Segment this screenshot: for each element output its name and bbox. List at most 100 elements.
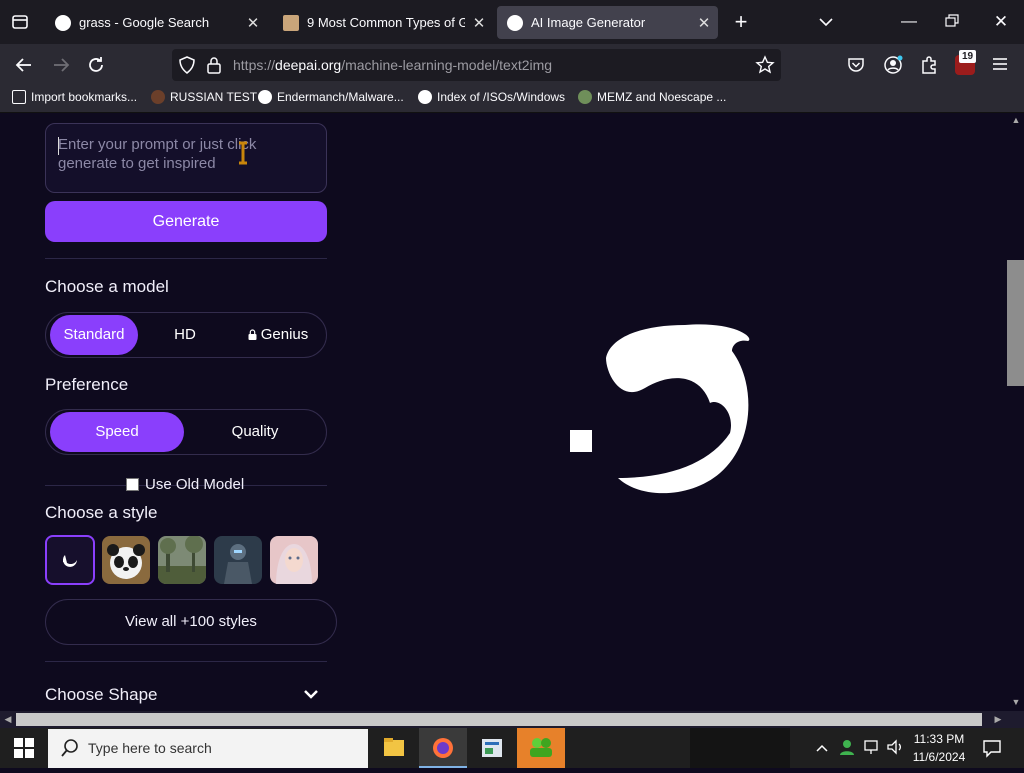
volume-icon[interactable] (886, 738, 904, 756)
user-status-icon[interactable] (838, 738, 856, 756)
preference-speed[interactable]: Speed (50, 412, 184, 452)
page-favicon-icon (283, 14, 299, 31)
restore-icon[interactable] (944, 14, 960, 28)
use-old-model-checkbox[interactable]: Use Old Model (126, 476, 244, 493)
checkbox-label: Use Old Model (145, 476, 245, 493)
bookmark-memz[interactable]: MEMZ and Noescape ... (578, 90, 726, 104)
minimize-icon[interactable]: — (896, 10, 922, 34)
bookmark-label: MEMZ and Noescape ... (597, 90, 727, 104)
reload-icon[interactable] (83, 52, 109, 78)
bookmark-star-icon[interactable] (755, 55, 775, 75)
tab-ai-image-generator[interactable]: AI Image Generator ✕ (497, 6, 718, 39)
panda-thumbnail-icon (102, 536, 150, 584)
network-icon[interactable] (862, 738, 880, 756)
view-all-styles-button[interactable]: View all +100 styles (45, 599, 337, 645)
firefox-icon[interactable] (419, 728, 467, 768)
close-tab-icon[interactable]: ✕ (690, 14, 718, 32)
prompt-placeholder: Enter your prompt or just click generate… (58, 136, 257, 172)
shape-heading[interactable]: Choose Shape (45, 685, 157, 705)
back-icon[interactable] (11, 52, 37, 78)
style-default[interactable] (45, 535, 95, 585)
divider (45, 258, 327, 259)
extensions-puzzle-icon[interactable] (918, 54, 940, 76)
vertical-scrollbar-thumb[interactable] (1007, 260, 1024, 386)
text-cursor-icon (236, 141, 250, 165)
search-icon (60, 738, 80, 758)
style-panda[interactable] (102, 536, 150, 584)
generate-button[interactable]: Generate (45, 201, 327, 242)
show-hidden-icons-icon[interactable] (814, 740, 830, 756)
checkbox[interactable] (126, 478, 139, 491)
forward-icon[interactable] (48, 52, 74, 78)
close-window-icon[interactable]: ✕ (988, 10, 1014, 34)
google-icon (258, 90, 272, 104)
model-standard[interactable]: Standard (50, 315, 138, 355)
tab-label: grass - Google Search (79, 15, 210, 30)
preference-quality[interactable]: Quality (188, 412, 322, 452)
close-tab-icon[interactable]: ✕ (239, 14, 267, 32)
cyberpunk-thumbnail-icon (214, 536, 262, 584)
lock-icon[interactable] (206, 55, 222, 75)
file-explorer-icon[interactable] (370, 728, 418, 768)
chevron-down-icon[interactable] (302, 687, 320, 701)
taskbar-search-placeholder: Type here to search (88, 740, 212, 756)
style-heading: Choose a style (45, 503, 158, 522)
new-tab-icon[interactable]: + (730, 10, 752, 34)
model-genius-label: Genius (260, 326, 309, 343)
lock-icon (248, 316, 257, 340)
bookmark-endermanch[interactable]: Endermanch/Malware... (258, 90, 404, 104)
extension-badge: 19 (959, 50, 977, 63)
scroll-up-arrow-icon[interactable]: ▲ (1008, 113, 1024, 127)
prompt-textarea[interactable]: Enter your prompt or just click generate… (45, 123, 327, 193)
favicon-icon (578, 90, 592, 104)
clock-date[interactable]: 11/6/2024 (907, 750, 971, 764)
scroll-right-arrow-icon[interactable]: ▶ (992, 713, 1004, 726)
account-icon[interactable] (882, 54, 904, 76)
notifications-icon[interactable] (982, 738, 1002, 758)
portrait-thumbnail-icon (270, 536, 318, 584)
bookmark-label: Endermanch/Malware... (277, 90, 404, 104)
taskbar-background-image (690, 728, 790, 768)
vertical-scrollbar[interactable] (1008, 113, 1024, 711)
close-tab-icon[interactable]: ✕ (465, 14, 493, 32)
tab-label: 9 Most Common Types of Grass (307, 15, 465, 30)
deepai-logo-icon (63, 555, 77, 567)
model-genius[interactable]: Genius (236, 315, 320, 355)
bookmark-label: Import bookmarks... (31, 90, 138, 104)
style-cyberpunk[interactable] (214, 536, 262, 584)
bookmark-label: Index of /ISOs/Windows (437, 90, 566, 104)
list-all-tabs-icon[interactable] (815, 12, 837, 32)
deepai-icon (507, 14, 523, 31)
bookmark-label: RUSSIAN TEST (170, 90, 258, 104)
divider (45, 661, 327, 662)
style-portrait[interactable] (270, 536, 318, 584)
style-landscape[interactable] (158, 536, 206, 584)
scroll-down-arrow-icon[interactable]: ▼ (1008, 695, 1024, 709)
deepai-logo-icon (560, 313, 760, 513)
google-icon (418, 90, 432, 104)
tab-overview-icon[interactable] (8, 10, 32, 34)
clock-time[interactable]: 11:33 PM (907, 732, 971, 746)
tab-grass-types[interactable]: 9 Most Common Types of Grass ✕ (273, 6, 493, 39)
landscape-thumbnail-icon (158, 536, 206, 584)
app-people-icon[interactable] (517, 728, 565, 768)
model-heading: Choose a model (45, 277, 169, 296)
url-text: https://deepai.org/machine-learning-mode… (233, 57, 553, 73)
tab-label: AI Image Generator (531, 15, 646, 30)
preference-heading: Preference (45, 375, 129, 394)
scroll-left-arrow-icon[interactable]: ◀ (2, 713, 14, 726)
windows-start-icon[interactable] (14, 738, 34, 758)
control-panel-icon[interactable] (468, 728, 516, 768)
page-content: Enter your prompt or just click generate… (0, 113, 1008, 711)
bookmark-import[interactable]: Import bookmarks... (12, 90, 137, 104)
pocket-icon[interactable] (846, 55, 866, 75)
import-icon (12, 90, 26, 104)
bookmark-russian-test[interactable]: RUSSIAN TEST (151, 90, 257, 104)
favicon-icon (151, 90, 165, 104)
tracking-protection-shield-icon[interactable] (178, 55, 196, 75)
model-hd[interactable]: HD (140, 315, 230, 355)
horizontal-scrollbar-thumb[interactable] (16, 713, 982, 726)
bookmark-isos[interactable]: Index of /ISOs/Windows (418, 90, 565, 104)
tab-grass-search[interactable]: grass - Google Search ✕ (45, 6, 267, 39)
hamburger-menu-icon[interactable] (990, 54, 1010, 74)
